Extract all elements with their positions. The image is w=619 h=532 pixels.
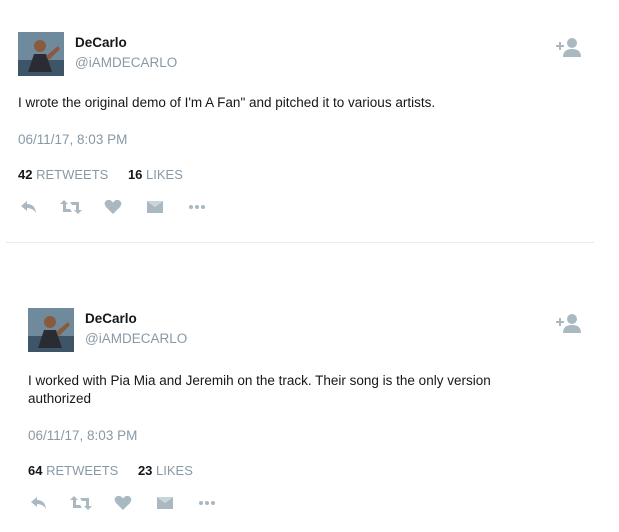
retweet-stat[interactable]: 42 RETWEETS [18,167,108,182]
like-count: 16 [127,167,143,182]
tweet-card: DeCarlo @iAMDECARLO I wrote the original… [18,30,588,216]
tweet-timestamp[interactable]: 06/11/17, 8:03 PM [28,428,588,443]
reply-icon[interactable] [18,198,40,216]
like-label: LIKES [146,167,183,182]
tweet-card: DeCarlo @iAMDECARLO I worked with Pia Mi… [28,306,588,512]
tweet-header: DeCarlo @iAMDECARLO [18,30,588,78]
tweet-stats: 64 RETWEETS 23 LIKES [28,463,588,478]
follow-icon[interactable] [554,312,584,336]
retweet-count: 64 [28,463,43,478]
follow-icon[interactable] [554,36,584,60]
more-icon[interactable] [196,494,218,512]
author-name[interactable]: DeCarlo [75,35,127,50]
avatar[interactable] [28,308,74,352]
tweet-text: I worked with Pia Mia and Jeremih on the… [28,373,491,406]
like-stat[interactable]: 23 LIKES [138,463,193,478]
reply-icon[interactable] [28,494,50,512]
author-handle[interactable]: @iAMDECARLO [75,55,177,70]
retweet-icon[interactable] [70,494,92,512]
tweet-actions [18,198,588,216]
retweet-label: RETWEETS [46,463,119,478]
tweet-text: I wrote the original demo of I'm A Fan" … [18,95,436,110]
like-icon[interactable] [102,198,124,216]
retweet-count: 42 [18,167,33,182]
like-count: 23 [137,463,153,478]
like-stat[interactable]: 16 LIKES [128,167,183,182]
more-icon[interactable] [186,198,208,216]
dm-icon[interactable] [144,198,166,216]
tweet-stats: 42 RETWEETS 16 LIKES [18,167,588,182]
author-handle[interactable]: @iAMDECARLO [85,331,187,346]
retweet-icon[interactable] [60,198,82,216]
dm-icon[interactable] [154,494,176,512]
tweet-header: DeCarlo @iAMDECARLO [28,306,588,354]
avatar[interactable] [18,32,64,76]
divider [6,242,594,243]
tweet-actions [28,494,588,512]
retweet-stat[interactable]: 64 RETWEETS [28,463,118,478]
retweet-label: RETWEETS [36,167,109,182]
tweet-timestamp[interactable]: 06/11/17, 8:03 PM [18,132,588,147]
like-label: LIKES [156,463,193,478]
like-icon[interactable] [112,494,134,512]
author-name[interactable]: DeCarlo [85,311,137,326]
